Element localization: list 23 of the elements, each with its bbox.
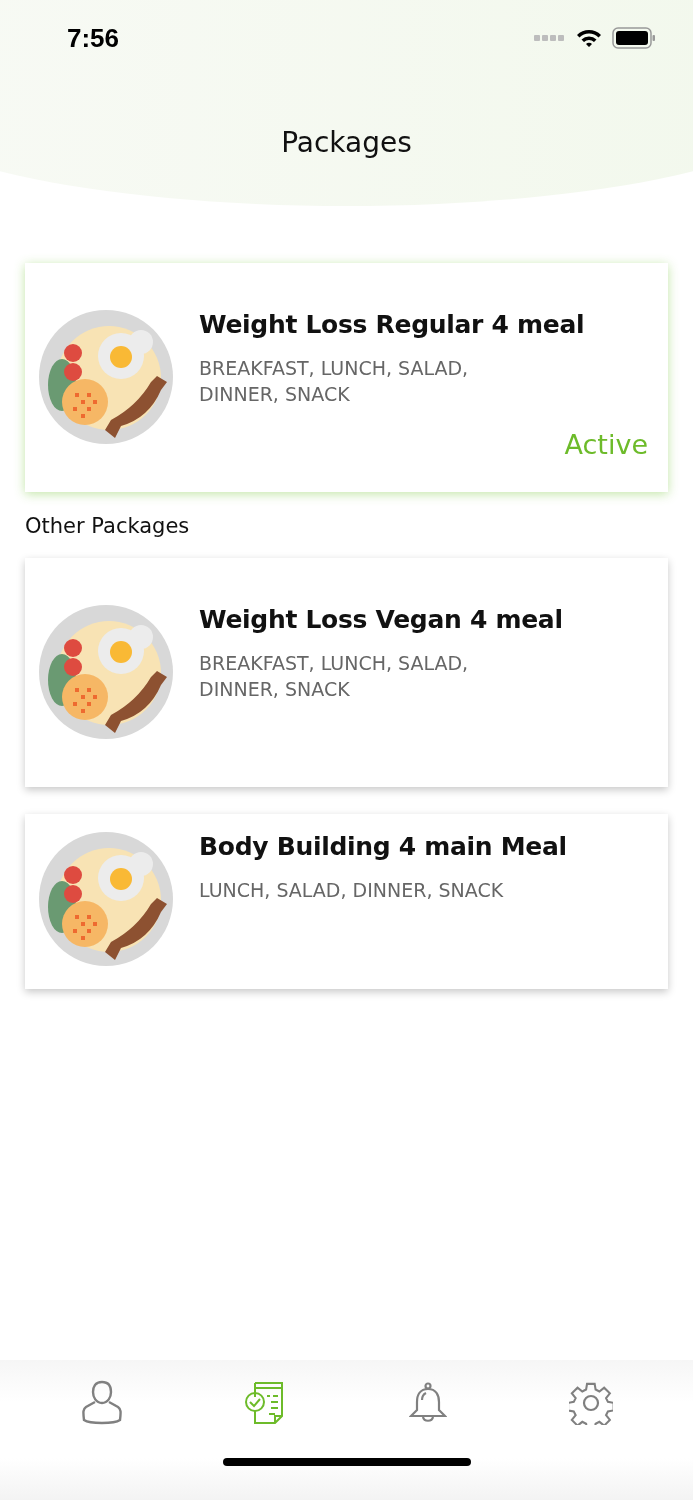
package-title: Body Building 4 main Meal [199,832,568,861]
section-label: Other Packages [25,514,190,538]
package-meals: BREAKFAST, LUNCH, SALAD, DINNER, SNACK [199,356,470,407]
meal-plate-icon [39,310,173,444]
person-icon[interactable] [81,1380,122,1426]
status-time: 7:56 [67,22,120,54]
package-card[interactable]: Body Building 4 main Meal LUNCH, SALAD, DINNER, SNACK [25,814,668,989]
page-title: Packages [280,125,413,159]
bell-icon[interactable] [409,1382,448,1424]
package-card[interactable]: Weight Loss Vegan 4 meal BREAKFAST, LUNCH, SALAD, DINNER, SNACK [25,558,668,787]
package-title: Weight Loss Vegan 4 meal [199,605,564,634]
meal-plate-icon [39,605,173,739]
package-meals: BREAKFAST, LUNCH, SALAD, DINNER, SNACK [199,651,470,702]
battery-icon [612,27,656,49]
meal-plate-icon [39,832,173,966]
signal-icon [534,34,566,42]
settings-icon[interactable] [569,1381,614,1425]
status-label: Active [564,429,648,460]
wifi-icon [576,28,602,48]
checklist-document-icon[interactable] [244,1382,285,1424]
package-title: Weight Loss Regular 4 meal [199,310,586,339]
package-card[interactable]: Weight Loss Regular 4 meal BREAKFAST, LUNCH, SALAD, DINNER, SNACK Active [25,263,668,492]
package-meals: LUNCH, SALAD, DINNER, SNACK [199,878,505,903]
